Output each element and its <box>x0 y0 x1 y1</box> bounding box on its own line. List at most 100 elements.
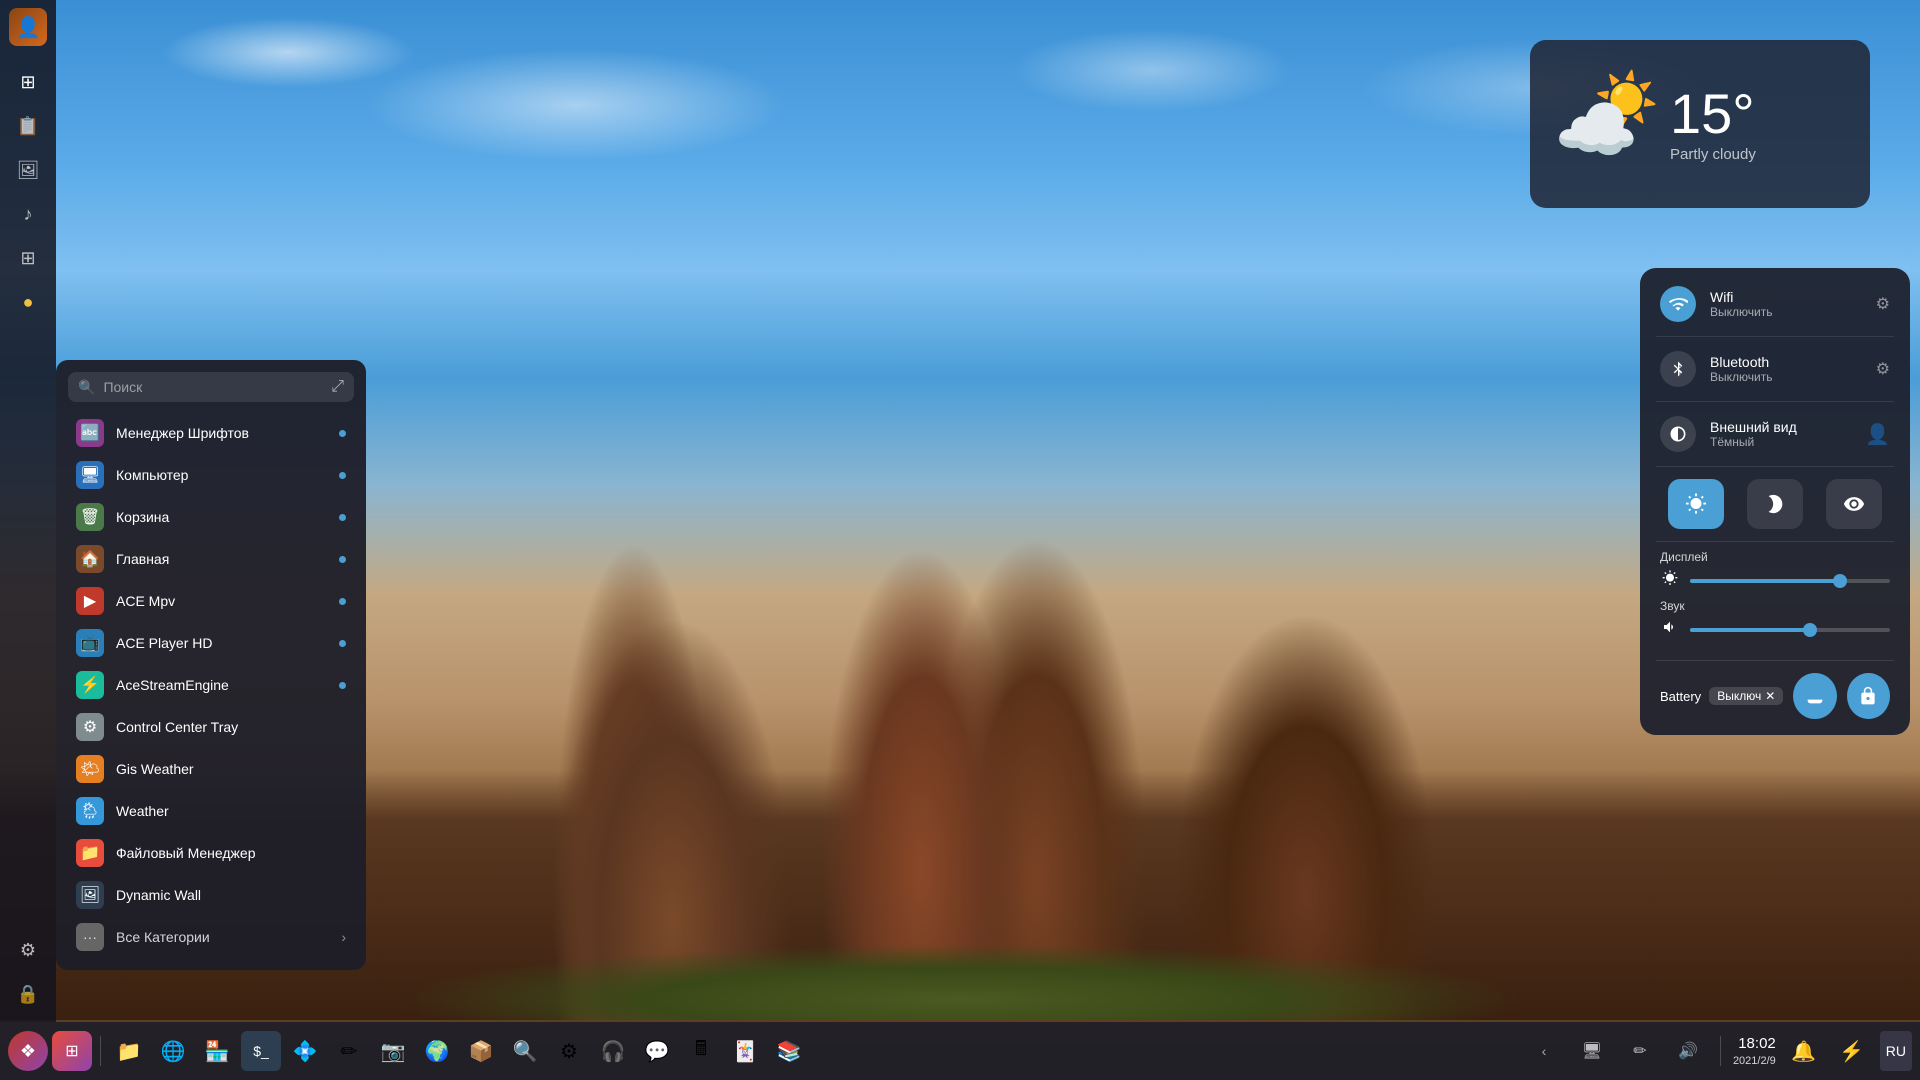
app-name-ctrl-center: Control Center Tray <box>116 719 238 735</box>
taskbar-icon-files[interactable]: 📁 <box>109 1031 149 1071</box>
sound-slider[interactable] <box>1690 628 1890 632</box>
app-dot-home <box>339 556 346 563</box>
taskbar-icon-cards[interactable]: 🃏 <box>725 1031 765 1071</box>
taskbar-notification-icon[interactable]: 🔔 <box>1784 1031 1824 1071</box>
sidebar-icon-lock[interactable]: 🔒 <box>8 974 48 1014</box>
taskbar-icon-archive[interactable]: 📦 <box>461 1031 501 1071</box>
cc-divider-5 <box>1656 660 1894 661</box>
app-dot-ace-hd <box>339 640 346 647</box>
search-bar: 🔍 ⤢ <box>68 372 354 402</box>
taskbar-icon-feedback[interactable]: 💬 <box>637 1031 677 1071</box>
app-icon-trash: 🗑 <box>76 503 104 531</box>
taskbar-icon-browser[interactable]: 🌐 <box>153 1031 193 1071</box>
app-icon-home: 🏠 <box>76 545 104 573</box>
app-name-file-mgr: Файловый Менеджер <box>116 845 256 861</box>
taskbar-icon-store[interactable]: 🏪 <box>197 1031 237 1071</box>
weather-widget: ☀️ ☁️ 15° Partly cloudy <box>1530 40 1870 208</box>
cc-bluetooth-row[interactable]: Bluetooth Выключить ⚙ <box>1648 341 1902 397</box>
battery-status: Выключ <box>1717 689 1761 703</box>
weather-icon-area: ☀️ ☁️ <box>1554 74 1654 174</box>
taskbar-icon-terminal[interactable]: $_ <box>241 1031 281 1071</box>
display-slider[interactable] <box>1690 579 1890 583</box>
taskbar-power-icon[interactable]: ⚡ <box>1832 1031 1872 1071</box>
expand-icon[interactable]: ⤢ <box>331 378 344 396</box>
bluetooth-label: Bluetooth Выключить <box>1710 354 1862 384</box>
all-categories-icon: ··· <box>76 923 104 951</box>
upload-button[interactable] <box>1793 673 1836 719</box>
cc-divider-3 <box>1656 466 1894 467</box>
taskbar-screen-icon[interactable]: 🖥 <box>1572 1031 1612 1071</box>
appearance-label: Внешний вид Тёмный <box>1710 419 1851 449</box>
sidebar-icon-settings[interactable]: ⚙ <box>8 930 48 970</box>
battery-close-icon: ✕ <box>1765 689 1775 703</box>
cc-mode-buttons <box>1648 471 1902 537</box>
sidebar-icon-coin[interactable]: ● <box>8 282 48 322</box>
app-item-font-mgr[interactable]: 🔤Менеджер Шрифтов <box>68 412 354 454</box>
app-item-trash[interactable]: 🗑 Корзина <box>68 496 354 538</box>
app-item-gis-weather[interactable]: 🌤Gis Weather <box>68 748 354 790</box>
taskbar-launcher-button[interactable]: ⊞ <box>52 1031 92 1071</box>
sidebar-icon-grid[interactable]: ⊞ <box>8 238 48 278</box>
sidebar-icon-music[interactable]: ♪ <box>8 194 48 234</box>
app-name-dynamic-wall: Dynamic Wall <box>116 887 201 903</box>
bluetooth-settings-icon[interactable]: ⚙ <box>1876 359 1890 379</box>
taskbar-clock[interactable]: 18:02 2021/2/9 <box>1733 1034 1776 1068</box>
cc-wifi-row[interactable]: Wifi Выключить ⚙ <box>1648 276 1902 332</box>
app-item-ace-stream[interactable]: ⚡AceStreamEngine <box>68 664 354 706</box>
taskbar-sep-2 <box>1720 1036 1721 1066</box>
app-item-ace-hd[interactable]: 📺ACE Player HD <box>68 622 354 664</box>
chevron-right-icon: › <box>341 929 346 945</box>
taskbar: ❖ ⊞ 📁 🌐 🏪 $_ 💠 ✏ 📷 🌍 📦 🔍 ⚙ 🎧 💬 🖩 🃏 📚 ‹ 🖥… <box>0 1022 1920 1080</box>
taskbar-prev-icon[interactable]: ‹ <box>1524 1031 1564 1071</box>
app-name-trash: Корзина <box>116 509 169 525</box>
app-icon-gis-weather: 🌤 <box>76 755 104 783</box>
taskbar-start-button[interactable]: ❖ <box>8 1031 48 1071</box>
app-dot-font-mgr <box>339 430 346 437</box>
sidebar-icon-photos[interactable]: 🖼 <box>8 150 48 190</box>
all-categories-label: Все Категории <box>116 929 210 945</box>
app-item-ace-mpv[interactable]: ▶ACE Mpv <box>68 580 354 622</box>
app-dot-ace-mpv <box>339 598 346 605</box>
lock-button[interactable] <box>1847 673 1890 719</box>
battery-off-badge[interactable]: Выключ ✕ <box>1709 687 1783 705</box>
user-avatar[interactable]: 👤 <box>9 8 47 46</box>
taskbar-icon-editor[interactable]: ✏ <box>329 1031 369 1071</box>
weather-info: 15° Partly cloudy <box>1670 86 1756 163</box>
sidebar-icon-apps[interactable]: ⊞ <box>8 62 48 102</box>
taskbar-pen-icon[interactable]: ✏ <box>1620 1031 1660 1071</box>
taskbar-icon-headset[interactable]: 🎧 <box>593 1031 633 1071</box>
app-item-computer[interactable]: 🖥Компьютер <box>68 454 354 496</box>
taskbar-icon-settings[interactable]: ⚙ <box>549 1031 589 1071</box>
cc-appearance-row[interactable]: Внешний вид Тёмный 👤 <box>1648 406 1902 462</box>
sidebar-icon-notes[interactable]: 📋 <box>8 106 48 146</box>
taskbar-icon-vm[interactable]: 💠 <box>285 1031 325 1071</box>
taskbar-icon-camera[interactable]: 📷 <box>373 1031 413 1071</box>
taskbar-icon-finder[interactable]: 🔍 <box>505 1031 545 1071</box>
appearance-settings-icon[interactable]: 👤 <box>1865 422 1890 447</box>
brightness-icon <box>1660 570 1680 591</box>
taskbar-icon-globe[interactable]: 🌍 <box>417 1031 457 1071</box>
taskbar-volume-icon[interactable]: 🔊 <box>1668 1031 1708 1071</box>
app-item-ctrl-center[interactable]: ⚙Control Center Tray <box>68 706 354 748</box>
control-center: Wifi Выключить ⚙ Bluetooth Выключить ⚙ В… <box>1640 268 1910 735</box>
taskbar-icon-calc[interactable]: 🖩 <box>681 1031 721 1071</box>
taskbar-icon-books[interactable]: 📚 <box>769 1031 809 1071</box>
light-mode-btn[interactable] <box>1668 479 1724 529</box>
cc-divider-1 <box>1656 336 1894 337</box>
eye-mode-btn[interactable] <box>1826 479 1882 529</box>
app-item-weather[interactable]: 🌦Weather <box>68 790 354 832</box>
wifi-settings-icon[interactable]: ⚙ <box>1876 294 1890 314</box>
night-mode-btn[interactable] <box>1747 479 1803 529</box>
app-item-file-mgr[interactable]: 📁Файловый Менеджер <box>68 832 354 874</box>
search-input[interactable] <box>103 379 323 395</box>
app-item-dynamic-wall[interactable]: 🖼Dynamic Wall <box>68 874 354 916</box>
cc-divider-4 <box>1656 541 1894 542</box>
app-icon-computer: 🖥 <box>76 461 104 489</box>
all-categories-item[interactable]: ··· Все Категории › <box>68 916 354 958</box>
taskbar-keyboard-icon[interactable]: RU <box>1880 1031 1912 1071</box>
app-item-home[interactable]: 🏠Главная <box>68 538 354 580</box>
appearance-icon <box>1660 416 1696 452</box>
wifi-icon <box>1660 286 1696 322</box>
taskbar-date-value: 2021/2/9 <box>1733 1054 1776 1068</box>
taskbar-right: ‹ 🖥 ✏ 🔊 18:02 2021/2/9 🔔 ⚡ RU <box>1524 1031 1912 1071</box>
